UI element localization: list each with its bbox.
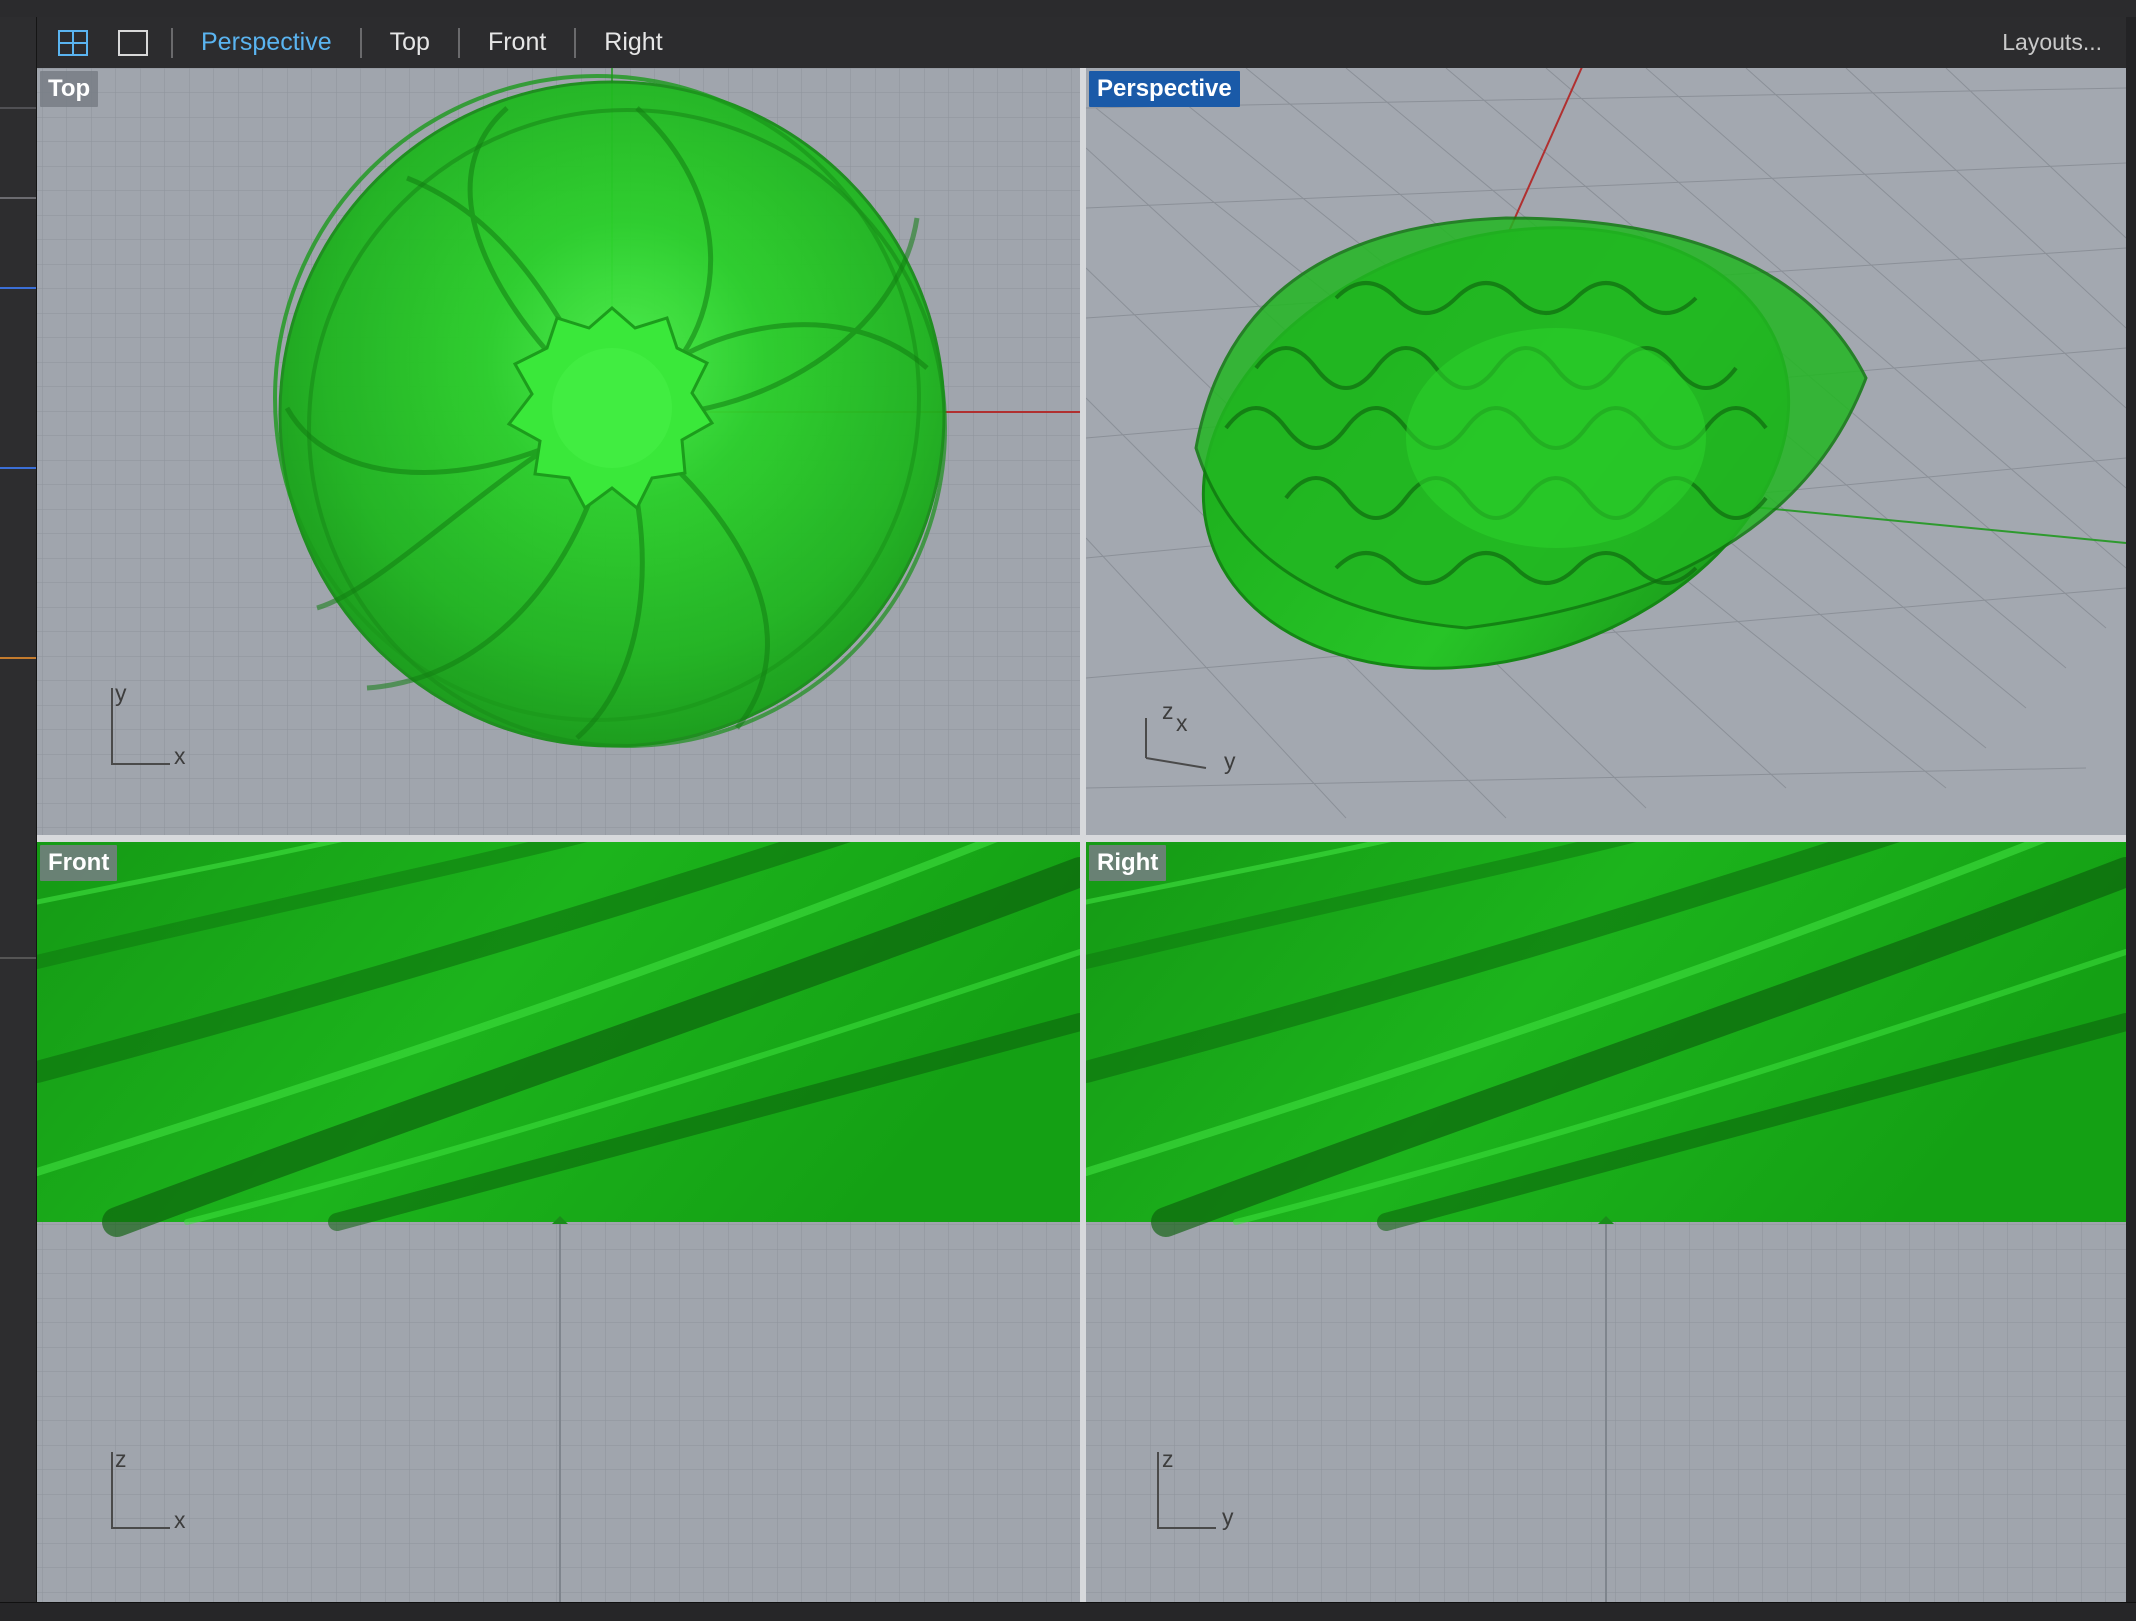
toolbar-button[interactable] [0, 467, 36, 469]
axis-label-z: z [1162, 698, 1174, 724]
right-grid [1086, 842, 2126, 1602]
right-panel-edge [2126, 17, 2136, 1602]
viewport-tab-bar: Perspective Top Front Right Layouts... [37, 17, 2126, 69]
window-top-bar [0, 0, 2136, 18]
viewport-perspective[interactable]: Perspective z x y [1086, 68, 2126, 835]
left-toolbar[interactable] [0, 17, 37, 1602]
toolbar-divider [0, 957, 36, 959]
tab-separator [171, 27, 173, 58]
status-bar [0, 1602, 2136, 1621]
axis-label-y: y [1224, 748, 1236, 774]
toolbar-button[interactable] [0, 197, 36, 199]
axis-label-z: z [1162, 1446, 1174, 1472]
four-viewports-icon[interactable] [53, 23, 93, 63]
axis-label-x: x [174, 743, 186, 769]
tab-front[interactable]: Front [478, 28, 556, 57]
viewport-label-top[interactable]: Top [40, 71, 99, 107]
toolbar-button[interactable] [0, 287, 36, 289]
tab-perspective[interactable]: Perspective [191, 28, 342, 57]
viewport-label-front[interactable]: Front [40, 845, 118, 881]
viewport-front[interactable]: Front z x [37, 842, 1080, 1602]
layouts-button[interactable]: Layouts... [2002, 29, 2102, 56]
single-viewport-icon[interactable] [113, 23, 153, 63]
viewport-splitter-horizontal[interactable] [37, 835, 2126, 842]
axis-label-y: y [115, 680, 127, 706]
perspective-grid [1086, 68, 2126, 835]
axis-label-y: y [1222, 1504, 1234, 1530]
viewport-top[interactable]: Top y x [37, 68, 1080, 835]
viewport-right[interactable]: Right z y [1086, 842, 2126, 1602]
viewport-label-perspective[interactable]: Perspective [1089, 71, 1240, 107]
axis-label-x: x [174, 1507, 186, 1533]
tab-separator [574, 27, 577, 58]
viewport-label-right[interactable]: Right [1089, 845, 1167, 881]
tab-right[interactable]: Right [594, 28, 672, 57]
toolbar-button[interactable] [0, 657, 36, 659]
front-grid [37, 842, 1080, 1602]
axis-label-z: z [115, 1446, 127, 1472]
tab-separator [457, 27, 460, 58]
tab-separator [359, 27, 362, 58]
axis-label-x: x [1176, 710, 1188, 736]
tab-top[interactable]: Top [380, 28, 440, 57]
top-grid [37, 68, 1080, 835]
toolbar-button[interactable] [0, 107, 36, 109]
